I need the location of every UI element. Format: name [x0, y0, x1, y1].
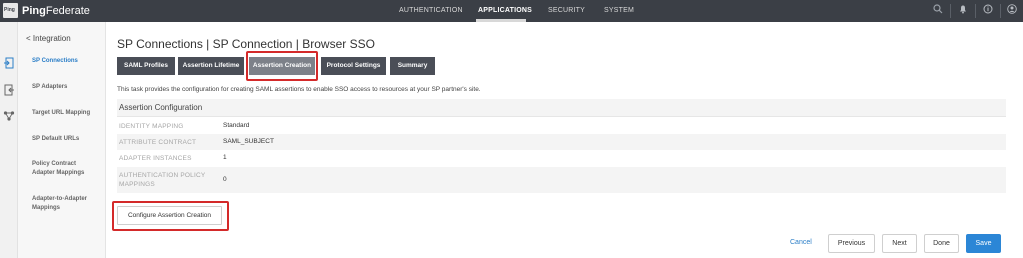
brand-bold: Ping: [22, 5, 46, 17]
row-value: SAML_SUBJECT: [223, 138, 274, 145]
network-icon[interactable]: [3, 109, 15, 121]
bell-icon[interactable]: [956, 4, 970, 18]
row-value: 0: [223, 176, 227, 183]
panel-title: Assertion Configuration: [119, 103, 203, 112]
ping-logo: Ping: [3, 3, 18, 18]
user-icon[interactable]: [1005, 4, 1019, 18]
sidebar-item-sp-default-urls[interactable]: SP Default URLs: [32, 135, 102, 144]
panel-header: Assertion Configuration: [117, 99, 1006, 117]
divider: [975, 4, 976, 18]
cancel-link[interactable]: Cancel: [790, 239, 812, 246]
sp-icon[interactable]: [3, 83, 15, 96]
previous-button[interactable]: Previous: [828, 234, 875, 253]
tab-protocol-settings[interactable]: Protocol Settings: [321, 57, 386, 75]
row-value: 1: [223, 154, 227, 161]
applications-icon[interactable]: [3, 56, 15, 69]
brand-name: PingFederate: [22, 5, 90, 17]
highlight-box-tab: [246, 51, 318, 81]
nav-active-indicator: [476, 19, 526, 22]
config-row: ATTRIBUTE CONTRACT SAML_SUBJECT: [117, 134, 1006, 150]
sidebar-item-target-url-mapping[interactable]: Target URL Mapping: [32, 109, 102, 118]
nav-system[interactable]: SYSTEM: [604, 7, 634, 14]
row-label: ATTRIBUTE CONTRACT: [119, 139, 197, 146]
done-button[interactable]: Done: [924, 234, 959, 253]
nav-applications[interactable]: APPLICATIONS: [478, 7, 532, 14]
top-bar: Ping PingFederate AUTHENTICATION APPLICA…: [0, 0, 1023, 22]
back-to-integration-link[interactable]: < Integration: [26, 34, 71, 43]
tab-saml-profiles[interactable]: SAML Profiles: [117, 57, 175, 75]
divider: [1000, 4, 1001, 18]
row-value: Standard: [223, 122, 250, 129]
help-icon[interactable]: [981, 4, 995, 18]
nav-security[interactable]: SECURITY: [548, 7, 585, 14]
sidebar-item-sp-connections[interactable]: SP Connections: [32, 57, 102, 66]
config-row: AUTHENTICATION POLICY MAPPINGS 0: [117, 167, 1006, 193]
save-button[interactable]: Save: [966, 234, 1001, 253]
row-label: ADAPTER INSTANCES: [119, 155, 192, 162]
sidebar-item-sp-adapters[interactable]: SP Adapters: [32, 83, 102, 92]
sidebar-item-policy-contract-adapter-mappings[interactable]: Policy Contract Adapter Mappings: [32, 160, 98, 178]
next-button[interactable]: Next: [882, 234, 917, 253]
highlight-box-button: [112, 201, 229, 231]
nav-authentication[interactable]: AUTHENTICATION: [399, 7, 463, 14]
assertion-configuration-panel: Assertion Configuration IDENTITY MAPPING…: [117, 99, 1006, 194]
brand-rest: Federate: [45, 5, 90, 17]
config-row: IDENTITY MAPPING Standard: [117, 118, 1006, 134]
row-label: AUTHENTICATION POLICY MAPPINGS: [119, 172, 206, 188]
row-label: IDENTITY MAPPING: [119, 123, 184, 130]
sidebar: < Integration SP Connections SP Adapters…: [18, 22, 106, 258]
task-description: This task provides the configuration for…: [117, 86, 481, 93]
search-icon[interactable]: [931, 4, 945, 18]
tab-summary[interactable]: Summary: [390, 57, 435, 75]
icon-rail: [0, 22, 18, 258]
config-row: ADAPTER INSTANCES 1: [117, 150, 1006, 167]
divider: [950, 4, 951, 18]
logo-text: Ping: [4, 7, 15, 13]
sidebar-item-adapter-to-adapter-mappings[interactable]: Adapter-to-Adapter Mappings: [32, 195, 92, 213]
tab-assertion-lifetime[interactable]: Assertion Lifetime: [178, 57, 244, 75]
page-title: SP Connections | SP Connection | Browser…: [117, 37, 375, 51]
